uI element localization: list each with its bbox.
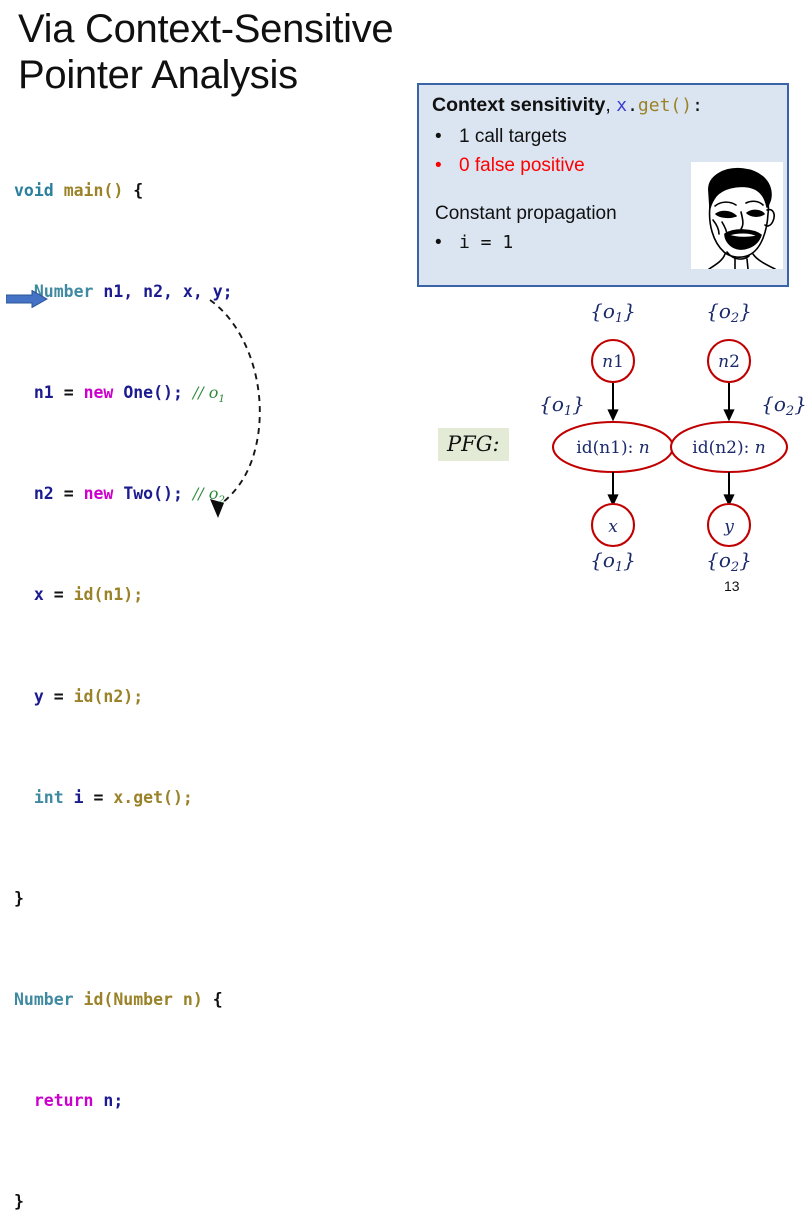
- page-number: 13: [724, 578, 740, 594]
- token-int-1: int: [33, 787, 64, 807]
- infobox-bullet-false-positive: • 0 false positive: [435, 155, 585, 177]
- pfg-node-y-label: y: [723, 517, 734, 537]
- token-new-1: new: [83, 382, 114, 402]
- token-assign-4: =: [53, 686, 64, 706]
- bullet-text-3: i = 1: [459, 232, 514, 253]
- pfg-node-n2-label: n2: [718, 352, 740, 372]
- token-n2: n2: [33, 484, 54, 504]
- pfg-node-idn1-label: id(n1): n: [576, 438, 649, 458]
- pfg-node-x-label: x: [608, 517, 618, 537]
- token-two: Two();: [123, 484, 183, 504]
- context-sensitivity-infobox: Context sensitivity, x.get(): • 1 call ta…: [417, 83, 789, 287]
- call-edge-dashed-curve: [209, 299, 261, 518]
- token-number-ret: Number: [14, 990, 74, 1010]
- bullet-glyph-2: •: [435, 155, 442, 176]
- set-label-idn1-left: {o1}: [539, 392, 585, 419]
- pfg-node-n1-label: n1: [602, 352, 624, 372]
- set-label-n2-above: {o2}: [706, 299, 752, 326]
- code-line-8: }: [14, 886, 342, 911]
- infobox-header-comma: ,: [605, 94, 617, 116]
- token-brace-close-2: }: [14, 1192, 24, 1212]
- token-assign-1: =: [63, 382, 74, 402]
- infobox-header: Context sensitivity, x.get():: [432, 94, 703, 117]
- infobox-bullet-i-equals-1: • i = 1: [435, 232, 513, 254]
- token-main: main(): [63, 180, 124, 200]
- set-label-idn2-right: {o2}: [761, 392, 807, 419]
- token-return-n: n;: [103, 1091, 124, 1111]
- infobox-constant-propagation-title: Constant propagation: [435, 203, 617, 224]
- infobox-bullet-call-targets: • 1 call targets: [435, 126, 567, 148]
- token-i: i: [73, 787, 84, 807]
- token-y: y: [33, 686, 44, 706]
- bullet-text-1: 1 call targets: [459, 126, 567, 147]
- title-line-2: Pointer Analysis: [18, 53, 298, 97]
- token-new-2: new: [83, 484, 114, 504]
- token-void: void: [14, 180, 54, 200]
- pfg-label: PFG:: [438, 428, 509, 461]
- token-assign-2: =: [63, 484, 74, 504]
- code-line-5: x = id(n1);: [14, 582, 342, 607]
- slide-canvas: Via Context-Sensitive Pointer Analysis v…: [0, 0, 811, 1211]
- token-brace-open-2: {: [212, 990, 223, 1010]
- bullet-glyph-1: •: [435, 126, 442, 147]
- token-id-call-n1: id(n1);: [73, 585, 144, 605]
- token-x-get: x.get();: [113, 787, 193, 807]
- token-brace-close-1: }: [14, 888, 24, 908]
- token-id-sig: id(Number n): [83, 990, 203, 1010]
- code-line-1: void main() {: [14, 178, 342, 203]
- token-assign-5: =: [93, 787, 104, 807]
- code-line-10: return n;: [14, 1088, 342, 1113]
- set-label-x-below: {o1}: [590, 548, 636, 575]
- token-return-1: return: [33, 1091, 94, 1111]
- yao-ming-face-icon: [691, 162, 783, 269]
- current-line-arrow-icon: [6, 290, 48, 308]
- bullet-text-2: 0 false positive: [459, 155, 585, 176]
- token-brace-open: {: [133, 180, 144, 200]
- infobox-header-call: x.get():: [616, 95, 703, 116]
- token-one: One();: [123, 382, 183, 402]
- set-label-y-below: {o2}: [706, 548, 752, 575]
- code-line-6: y = id(n2);: [14, 684, 342, 709]
- pfg-node-idn2-label: id(n2): n: [692, 438, 765, 458]
- title-line-1: Via Context-Sensitive: [18, 7, 394, 51]
- token-x: x: [33, 585, 44, 605]
- token-assign-3: =: [53, 585, 64, 605]
- pointer-flow-graph: {o1} n1 {o1} id(n1): n x {o1} {o2} n2 {o…: [539, 299, 807, 575]
- token-id-call-n2: id(n2);: [73, 686, 144, 706]
- code-line-11: }: [14, 1189, 342, 1214]
- page-title: Via Context-Sensitive Pointer Analysis: [18, 6, 448, 98]
- bullet-glyph-3: •: [435, 232, 442, 253]
- set-label-n1-above: {o1}: [590, 299, 636, 326]
- code-line-7: int i = x.get();: [14, 785, 342, 810]
- token-n1: n1: [33, 382, 54, 402]
- infobox-header-bold: Context sensitivity: [432, 94, 606, 116]
- code-line-9: Number id(Number n) {: [14, 987, 342, 1012]
- code-listing: void main() { Number n1, n2, x, y; n1 = …: [14, 127, 342, 1218]
